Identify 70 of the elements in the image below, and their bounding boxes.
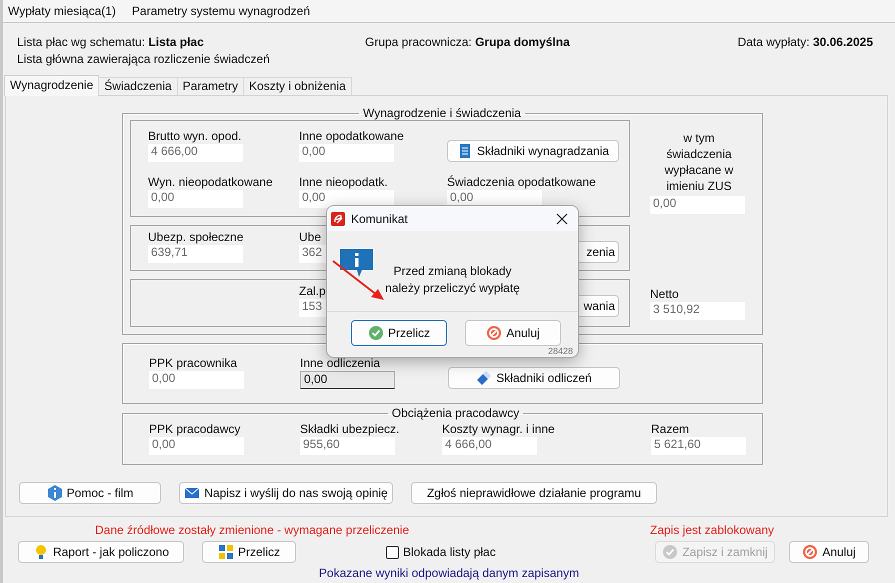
field-label: Ube xyxy=(299,230,322,245)
input-field[interactable]: 639,71 xyxy=(148,245,243,263)
field-label: Inne odliczenia xyxy=(300,356,380,371)
components-button[interactable]: Składniki odliczeń xyxy=(448,367,620,389)
dialog-message: Przed zmianą blokady należy przeliczyć wypłatę xyxy=(384,263,521,297)
input-field[interactable]: 4 666,00 xyxy=(148,144,243,162)
input-field[interactable]: 4 666,00 xyxy=(442,437,537,455)
tab[interactable]: Wynagrodzenie xyxy=(4,75,100,96)
group-title: Obciążenia pracodawcy xyxy=(390,406,520,420)
input-field[interactable]: 0,00 xyxy=(149,437,244,455)
check-icon xyxy=(662,544,678,560)
checkbox-label: Blokada listy płac xyxy=(403,545,496,559)
message-code: 28428 xyxy=(548,346,573,356)
footer-button[interactable]: Anuluj xyxy=(789,541,869,563)
info-icon xyxy=(46,485,63,501)
field-label: PPK pracodawcy xyxy=(149,422,240,437)
warning-text: Zapis jest zablokowany xyxy=(650,523,776,537)
field-label: Świadczenia opodatkowane xyxy=(447,175,596,190)
footer-button[interactable]: Przelicz xyxy=(202,541,296,563)
schema-label: Lista płac wg schematu: Lista płac xyxy=(17,35,205,49)
cancel-icon xyxy=(802,544,818,560)
action-button[interactable]: Pomoc - film xyxy=(19,482,161,504)
menu-item[interactable]: Wypłaty miesiąca(1) xyxy=(8,4,116,18)
field-label: Inne nieopodatk. xyxy=(299,175,388,190)
field-label: Razem xyxy=(651,422,690,437)
tab[interactable]: Parametry xyxy=(176,77,244,95)
input-field[interactable]: 0,00 xyxy=(299,144,394,162)
components-button[interactable]: Składniki wynagradzania xyxy=(447,140,619,162)
input-field[interactable]: 3 510,92 xyxy=(650,302,745,320)
footer-button[interactable]: Raport - jak policzono xyxy=(18,541,184,563)
grid-icon xyxy=(218,544,234,560)
menu-item[interactable]: Parametry systemu wynagrodzeń xyxy=(132,4,310,18)
date-label: Data wypłaty: 30.06.2025 xyxy=(738,35,873,49)
input-field[interactable]: 0,00 xyxy=(300,371,395,389)
field-label: Składki ubezpiecz. xyxy=(300,422,400,437)
field-label: Ubezp. społeczne xyxy=(148,230,244,245)
input-field[interactable]: 0,00 xyxy=(148,190,243,208)
group-label: Grupa pracownicza: Grupa domyślna xyxy=(365,35,571,49)
app-logo-icon xyxy=(331,212,345,226)
checkbox[interactable] xyxy=(386,546,399,558)
tab[interactable]: Koszty i obniżenia xyxy=(243,77,352,95)
group-title: Wynagrodzenie i świadczenia xyxy=(362,106,522,120)
info-icon xyxy=(340,249,373,277)
field-label: Wyn. nieopodatkowane xyxy=(148,175,273,190)
warning-text: Dane źródłowe zostały zmienione - wymagane przeliczenie xyxy=(95,523,410,537)
tab[interactable]: Świadczenia xyxy=(98,77,178,95)
field-label: PPK pracownika xyxy=(149,356,238,371)
envelope-icon xyxy=(184,485,200,501)
eraser-icon xyxy=(476,370,492,386)
field-label: Koszty wynagr. i inne xyxy=(442,422,555,437)
arrow xyxy=(332,260,384,300)
input-field[interactable]: 955,60 xyxy=(300,437,395,455)
close-icon[interactable] xyxy=(556,212,568,224)
status-text: Pokazane wyniki odpowiadają danym zapisanym xyxy=(318,566,580,580)
action-button[interactable]: Zgłoś nieprawidłowe działanie programu xyxy=(411,482,657,504)
action-button[interactable]: Napisz i wyślij do nas swoją opinię xyxy=(179,482,393,504)
field-label: w tym świadczenia wypłacane w imieniu ZUS xyxy=(664,130,734,194)
input-field[interactable]: 0,00 xyxy=(149,371,244,389)
field-label: Zal.p xyxy=(299,284,326,299)
field-label: Brutto wyn. opod. xyxy=(148,129,242,144)
check-icon xyxy=(368,325,384,341)
field-label: Netto xyxy=(650,287,679,302)
list-description: Lista główna zawierająca rozliczenie świadczeń xyxy=(17,52,271,66)
dialog-button[interactable]: Anuluj xyxy=(465,320,561,346)
input-field[interactable]: 0,00 xyxy=(650,196,745,214)
dialog-title: Komunikat xyxy=(351,212,409,226)
field-label: Inne opodatkowane xyxy=(299,129,404,144)
input-field[interactable]: 5 621,60 xyxy=(651,437,746,455)
dialog-button[interactable]: Przelicz xyxy=(351,320,447,346)
cancel-icon xyxy=(486,325,502,341)
